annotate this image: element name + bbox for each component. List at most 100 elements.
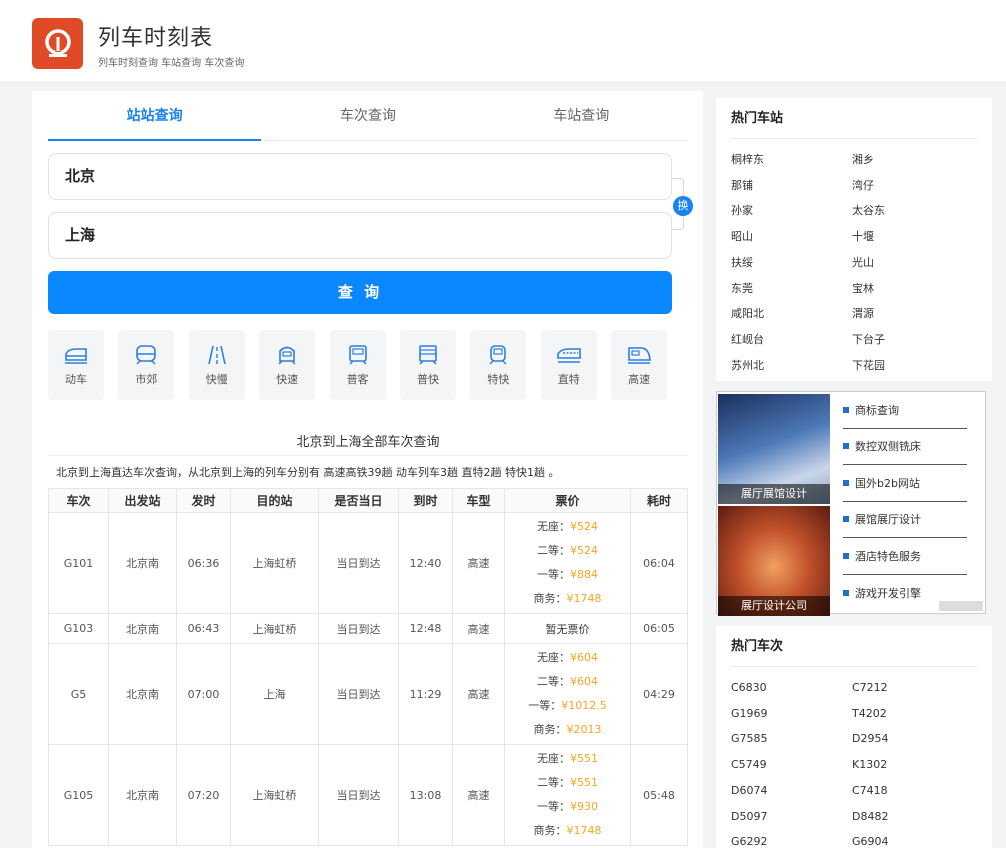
ad-link[interactable]: 商标查询 xyxy=(843,392,967,429)
same-day-status: 当日到达 xyxy=(318,744,399,846)
train-link[interactable]: G6904 xyxy=(852,829,973,848)
train-type-direct-express[interactable]: 直特 xyxy=(540,330,597,400)
seat-class: 无座： xyxy=(537,520,570,533)
ad-link[interactable]: 数控双侧铣床 xyxy=(843,429,967,465)
train-link[interactable]: K1302 xyxy=(852,752,973,778)
arrival-time: 12:40 xyxy=(398,512,453,614)
train-link[interactable]: D8482 xyxy=(852,804,973,830)
train-link[interactable]: C7212 xyxy=(852,675,973,701)
train-number[interactable]: G105 xyxy=(48,744,109,846)
station-link[interactable]: 下台子 xyxy=(852,327,973,353)
arrival-time: 13:08 xyxy=(398,744,453,846)
train-type-fast-slow[interactable]: 快慢 xyxy=(188,330,245,400)
train-link[interactable]: C7418 xyxy=(852,778,973,804)
table-header-row: 车次 出发站 发时 目的站 是否当日 到时 车型 票价 耗时 xyxy=(48,488,688,513)
station-link[interactable]: 桐梓东 xyxy=(731,147,852,173)
train-number[interactable]: G5 xyxy=(48,643,109,745)
ad-badge-icon[interactable] xyxy=(939,601,983,611)
same-day-status: 当日到达 xyxy=(318,643,399,745)
price-value: ¥930 xyxy=(570,800,598,813)
station-link[interactable]: 扶绥 xyxy=(731,250,852,276)
advertisement[interactable]: 展厅展馆设计 展厅设计公司 商标查询 数控双侧铣床 国外b2b网站 展馆展厅设计… xyxy=(716,391,986,616)
train-number[interactable]: G101 xyxy=(48,512,109,614)
search-button[interactable]: 查 询 xyxy=(48,271,672,314)
special-express-icon xyxy=(489,345,507,365)
train-link[interactable]: G1969 xyxy=(731,701,852,727)
tab-train-number[interactable]: 车次查询 xyxy=(261,91,474,140)
train-type: 高速 xyxy=(452,744,505,846)
from-station-input[interactable]: 北京 xyxy=(48,153,672,200)
table-row[interactable]: G101 北京南 06:36 上海虹桥 当日到达 12:40 高速 无座：¥52… xyxy=(48,512,688,614)
train-link[interactable]: D5097 xyxy=(731,804,852,830)
train-type-express[interactable]: 普快 xyxy=(399,330,456,400)
station-link[interactable]: 昭山 xyxy=(731,224,852,250)
column-header: 票价 xyxy=(504,488,631,513)
ad-link[interactable]: 国外b2b网站 xyxy=(843,465,967,502)
price-value: ¥1012.5 xyxy=(561,699,607,712)
seat-class: 一等： xyxy=(528,699,562,712)
ad-image[interactable]: 展厅展馆设计 xyxy=(718,394,830,504)
seat-class: 一等： xyxy=(537,568,570,581)
hot-trains-list: C6830 C7212 G1969 T4202 G7585 D2954 C574… xyxy=(731,667,977,848)
station-link[interactable]: 湾仔 xyxy=(852,173,973,199)
passenger-train-icon xyxy=(348,345,367,365)
train-link[interactable]: D2954 xyxy=(852,726,973,752)
price-value: ¥1748 xyxy=(566,592,602,605)
train-type-special-express[interactable]: 特快 xyxy=(470,330,527,400)
ad-image[interactable]: 展厅设计公司 xyxy=(718,506,830,616)
station-link[interactable]: 十堰 xyxy=(852,224,973,250)
departure-time: 06:43 xyxy=(176,613,231,644)
train-link[interactable]: C6830 xyxy=(731,675,852,701)
station-link[interactable]: 咸阳北 xyxy=(731,301,852,327)
station-link[interactable]: 渭源 xyxy=(852,301,973,327)
arrival-station: 上海虹桥 xyxy=(230,512,319,614)
fast-train-icon xyxy=(278,346,296,365)
train-link[interactable]: T4202 xyxy=(852,701,973,727)
station-link[interactable]: 东莞 xyxy=(731,276,852,302)
price-value: ¥551 xyxy=(570,752,598,765)
station-link[interactable]: 太谷东 xyxy=(852,198,973,224)
train-schedule-table: 车次 出发站 发时 目的站 是否当日 到时 车型 票价 耗时 G101 北京南 … xyxy=(48,488,688,846)
station-link[interactable]: 湘乡 xyxy=(852,147,973,173)
train-type: 高速 xyxy=(452,643,505,745)
departure-station: 北京南 xyxy=(108,512,177,614)
station-link[interactable]: 光山 xyxy=(852,250,973,276)
train-link[interactable]: C5749 xyxy=(731,752,852,778)
train-type-high-speed[interactable]: 高速 xyxy=(611,330,668,400)
station-link[interactable]: 那铺 xyxy=(731,173,852,199)
ad-link[interactable]: 酒店特色服务 xyxy=(843,538,967,575)
train-type-label: 市郊 xyxy=(135,373,158,386)
table-row[interactable]: G105 北京南 07:20 上海虹桥 当日到达 13:08 高速 无座：¥55… xyxy=(48,744,688,846)
ad-link[interactable]: 展馆展厅设计 xyxy=(843,502,967,538)
price-value: ¥884 xyxy=(570,568,598,581)
station-link[interactable]: 孙家 xyxy=(731,198,852,224)
train-number[interactable]: G103 xyxy=(48,613,109,644)
tab-station[interactable]: 车站查询 xyxy=(475,91,688,140)
price-value: ¥524 xyxy=(570,544,598,557)
swap-stations-button[interactable]: 换 xyxy=(673,196,693,216)
hot-trains-card: 热门车次 C6830 C7212 G1969 T4202 G7585 D2954… xyxy=(716,626,992,848)
to-station-input[interactable]: 上海 xyxy=(48,212,672,259)
price-line: 一等：¥930 xyxy=(505,795,630,819)
train-type-suburban[interactable]: 市郊 xyxy=(118,330,175,400)
column-header: 车次 xyxy=(48,488,109,513)
train-type-bullet[interactable]: 动车 xyxy=(48,330,104,400)
station-link[interactable]: 红岘台 xyxy=(731,327,852,353)
seat-class: 商务： xyxy=(533,723,567,736)
tab-station-to-station[interactable]: 站站查询 xyxy=(48,91,262,141)
departure-time: 06:36 xyxy=(176,512,231,614)
ad-caption: 展厅展馆设计 xyxy=(718,484,830,504)
train-link[interactable]: G6292 xyxy=(731,829,852,848)
results-title: 北京到上海全部车次查询 xyxy=(296,435,440,450)
train-type-passenger[interactable]: 普客 xyxy=(329,330,386,400)
train-link[interactable]: G7585 xyxy=(731,726,852,752)
seat-class: 商务： xyxy=(533,592,567,605)
station-link[interactable]: 宝林 xyxy=(852,276,973,302)
train-link[interactable]: D6074 xyxy=(731,778,852,804)
railway-logo-icon[interactable] xyxy=(32,18,83,69)
table-row[interactable]: G103 北京南 06:43 上海虹桥 当日到达 12:48 高速 暂无票价 0… xyxy=(48,613,688,644)
train-type-fast[interactable]: 快速 xyxy=(259,330,316,400)
station-link[interactable]: 苏州北 xyxy=(731,353,852,379)
station-link[interactable]: 下花园 xyxy=(852,353,973,379)
table-row[interactable]: G5 北京南 07:00 上海 当日到达 11:29 高速 无座：¥604 二等… xyxy=(48,643,688,745)
